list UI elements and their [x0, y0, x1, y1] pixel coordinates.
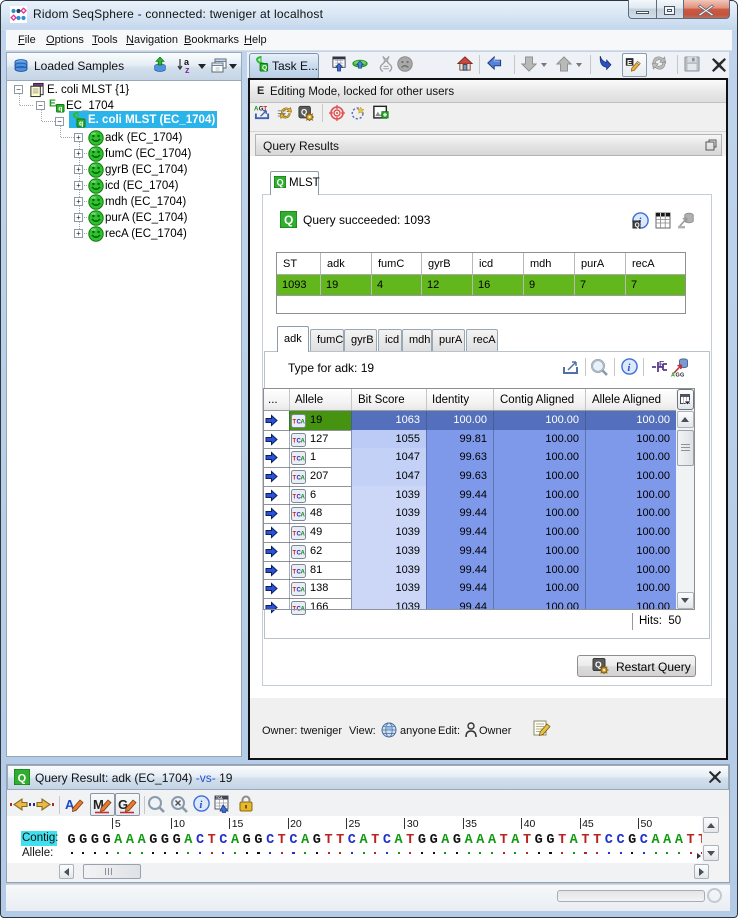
svg-text:z: z — [185, 65, 190, 75]
svg-text:G: G — [680, 373, 684, 378]
svg-text:A: A — [301, 420, 306, 426]
svg-text:A: A — [301, 532, 306, 538]
svg-text:q: q — [58, 106, 62, 113]
svg-text:A: A — [301, 513, 306, 519]
svg-text:A: A — [301, 570, 306, 576]
svg-text:A: A — [301, 476, 306, 482]
svg-text:TCA: TCA — [216, 796, 223, 800]
svg-text:A: A — [671, 373, 675, 378]
svg-text:Q: Q — [18, 772, 27, 784]
svg-text:E: E — [659, 360, 665, 369]
svg-text:A: A — [301, 457, 306, 463]
svg-text:E: E — [627, 58, 632, 67]
svg-text:Q: Q — [635, 222, 640, 229]
svg-text:A: A — [301, 495, 306, 501]
svg-text:A: A — [301, 551, 306, 557]
svg-text:Q: Q — [284, 213, 293, 227]
svg-text:E: E — [49, 98, 56, 109]
svg-text:A: A — [301, 588, 306, 594]
svg-text:Q: Q — [595, 660, 602, 670]
svg-text:Q: Q — [277, 178, 284, 188]
svg-text:q: q — [79, 121, 83, 128]
svg-text:Q: Q — [262, 65, 267, 72]
svg-text:A: A — [301, 439, 306, 445]
